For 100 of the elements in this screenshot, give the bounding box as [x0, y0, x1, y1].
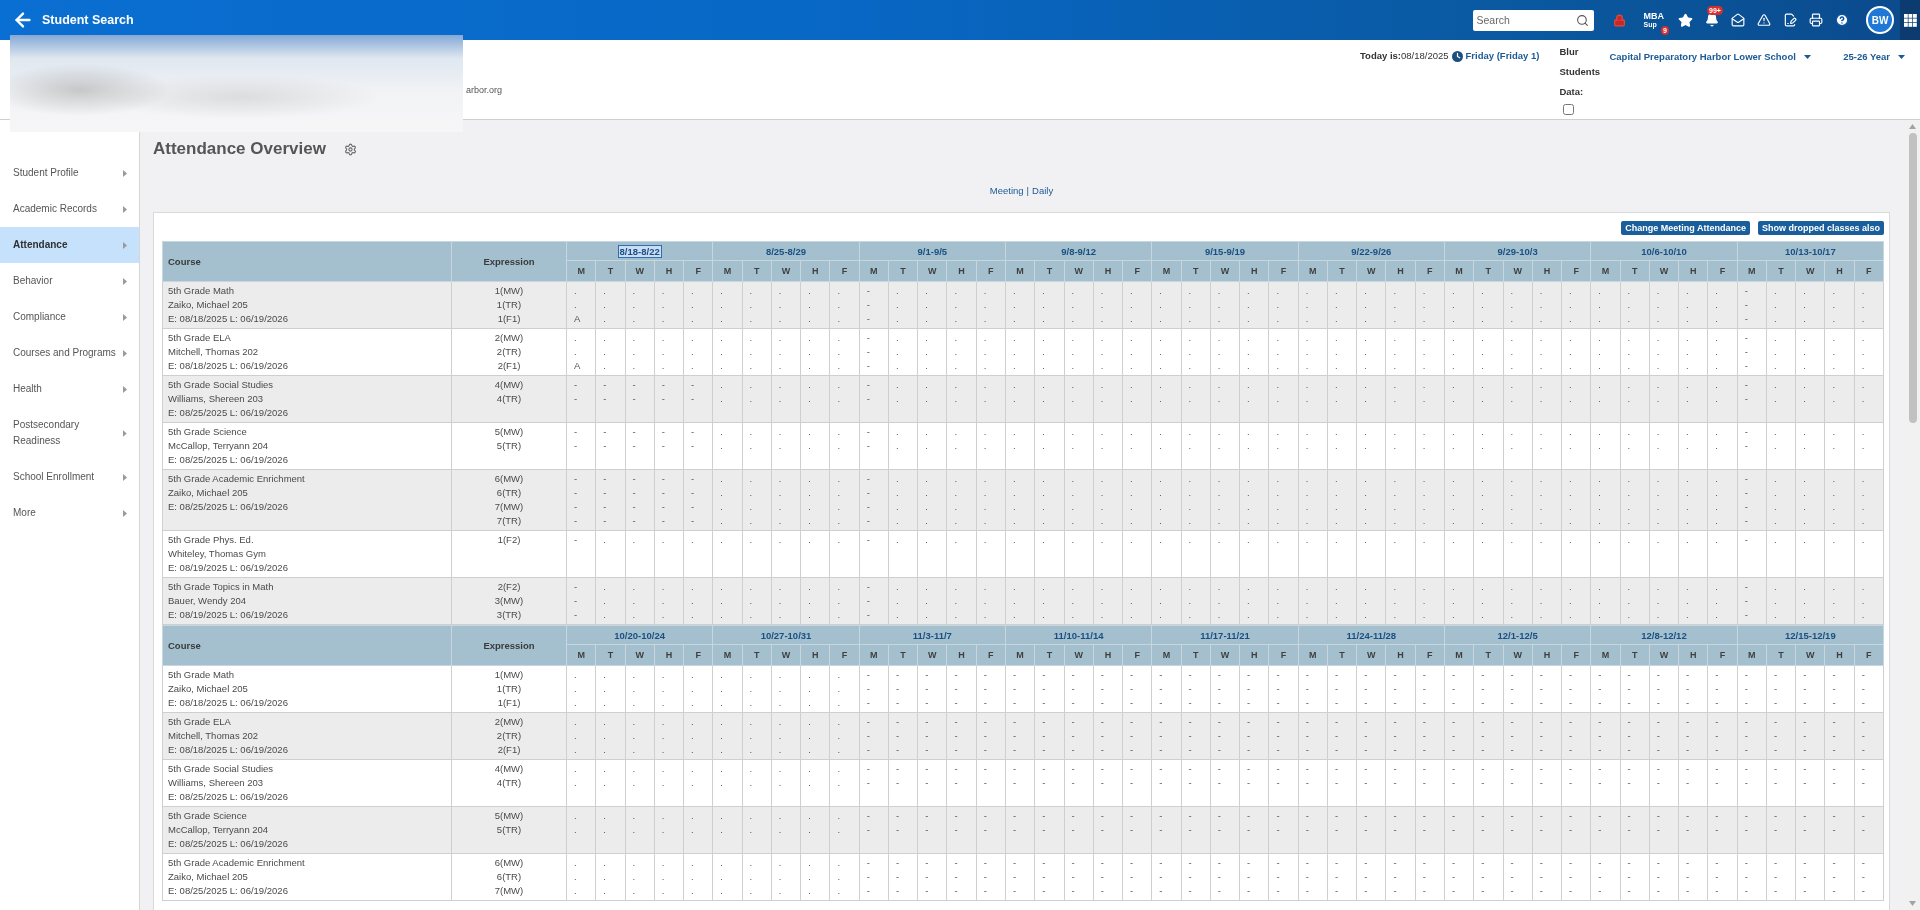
teacher-room: Whiteley, Thomas Gym	[168, 547, 267, 561]
view-link[interactable]: Daily	[1032, 184, 1054, 198]
section-title: Attendance Overview	[153, 139, 326, 159]
meeting-expression: 6(MW)	[493, 472, 525, 486]
teacher-room: Mitchell, Thomas 202	[168, 345, 260, 359]
meeting-expression: 1(F1)	[496, 696, 522, 710]
day-header: F	[1854, 644, 1884, 666]
attendance-cell: . . . .	[1385, 469, 1416, 531]
settings-icon[interactable]	[343, 142, 357, 156]
attendance-cell: . . . .	[1854, 469, 1884, 531]
day-header: H	[1093, 644, 1123, 666]
day-header: H	[1678, 644, 1708, 666]
week-link[interactable]: 8/25-8/29	[764, 245, 808, 257]
document-edit-icon[interactable]	[1783, 13, 1797, 27]
week-link[interactable]: 9/29-10/3	[1496, 245, 1539, 257]
school-select[interactable]: Capital Preparatory Harbor Lower School	[1609, 50, 1811, 64]
course-name: 5th Grade ELA	[168, 715, 232, 729]
apps-menu-button[interactable]	[1900, 0, 1920, 40]
sidebar-item[interactable]: Health	[0, 371, 139, 407]
attendance-cell: . . . .	[1210, 469, 1240, 531]
attendance-cell: . . . .	[1707, 469, 1738, 531]
day-header: F	[1122, 644, 1152, 666]
sidebar-item[interactable]: Academic Records	[0, 191, 139, 227]
meeting-expression: 2(F1)	[496, 359, 522, 373]
course-name: 5th Grade Science	[168, 809, 248, 823]
action-button[interactable]: Change Meeting Attendance	[1621, 221, 1750, 235]
warning-icon[interactable]	[1757, 13, 1771, 27]
sidebar-item[interactable]: Compliance	[0, 299, 139, 335]
year-select[interactable]: 25-26 Year	[1843, 50, 1905, 64]
day-header: F	[1268, 644, 1299, 666]
star-icon[interactable]	[1678, 12, 1693, 28]
day-header: H	[1239, 644, 1269, 666]
course-name: 5th Grade Social Studies	[168, 762, 275, 776]
view-link[interactable]: Meeting	[989, 184, 1024, 198]
scrollbar-thumb[interactable]	[1908, 133, 1917, 423]
day-header: W	[771, 644, 801, 666]
search-field[interactable]: Search	[1472, 9, 1594, 31]
envelope-icon[interactable]	[1731, 13, 1745, 27]
sidebar-item[interactable]: Postsecondary Readiness	[0, 407, 139, 459]
sidebar-item[interactable]: School Enrollment	[0, 459, 139, 495]
meeting-expression: 6(TR)	[495, 870, 523, 884]
day-header: W	[1356, 644, 1386, 666]
day-header: W	[1795, 644, 1825, 666]
week-link[interactable]: 9/15-9/19	[1203, 245, 1247, 257]
day-header: H	[800, 644, 830, 666]
sidebar-item[interactable]: More	[0, 495, 139, 531]
avatar[interactable]: BW	[1866, 6, 1894, 34]
day-header: T	[595, 644, 626, 666]
attendance-cell: . . . .	[1649, 469, 1679, 531]
day-header: W	[1503, 260, 1533, 282]
attendance-cell: - - - -	[566, 469, 596, 531]
day-header: F	[1122, 260, 1152, 282]
attendance-cell: . . . .	[1415, 469, 1445, 531]
attendance-cell: . . . .	[1473, 469, 1503, 531]
attendance-cell: . . . .	[742, 469, 772, 531]
enrollment-dates: E: 08/25/2025 L: 06/19/2026	[168, 406, 289, 420]
sidebar-item[interactable]: Behavior	[0, 263, 139, 299]
help-icon[interactable]	[1835, 13, 1849, 27]
teacher-room: Zaiko, Michael 205	[168, 682, 249, 696]
sidebar-item[interactable]: Attendance	[0, 227, 139, 263]
link-separator: |	[1026, 184, 1030, 198]
printer-icon[interactable]	[1809, 13, 1823, 27]
day-header: W	[771, 260, 801, 282]
attendance-cell: . . . .	[1268, 469, 1299, 531]
day-header: M	[1005, 260, 1035, 282]
course-name: 5th Grade Science	[168, 425, 248, 439]
week-link[interactable]: 9/22-9/26	[1350, 245, 1393, 257]
meeting-expression: 2(F1)	[496, 743, 522, 757]
week-link[interactable]: 8/18-8/22	[618, 245, 661, 257]
enrollment-dates: E: 08/18/2025 L: 06/19/2026	[168, 312, 289, 326]
scrollbar[interactable]	[1905, 120, 1920, 910]
meeting-expression: 2(MW)	[493, 715, 525, 729]
day-header: T	[1473, 644, 1503, 666]
day-header: M	[1298, 644, 1328, 666]
blur-checkbox[interactable]	[1563, 104, 1575, 115]
attendance-cell: . . . .	[1678, 469, 1708, 531]
sidebar-item[interactable]: Courses and Programs	[0, 335, 139, 371]
caret-icon	[123, 509, 127, 517]
attendance-cell: - - - -	[859, 469, 889, 531]
day-header: T	[742, 260, 772, 282]
meeting-expression: 5(MW)	[493, 425, 525, 439]
day-header: H	[800, 260, 830, 282]
caret-down-icon	[1898, 55, 1905, 59]
search-icon[interactable]	[1575, 13, 1589, 27]
action-button[interactable]: Show dropped classes also	[1757, 221, 1884, 235]
week-link[interactable]: 12/1-12/5	[1496, 629, 1539, 641]
attendance-cell: . . . .	[976, 469, 1006, 531]
bell-icon[interactable]	[1705, 13, 1719, 27]
week-link[interactable]: 10/6-10/10	[1640, 245, 1688, 257]
meeting-expression: 1(MW)	[493, 284, 525, 298]
attendance-cell: . . . .	[1444, 469, 1474, 531]
sidebar-item[interactable]: Student Profile	[0, 155, 139, 191]
week-link[interactable]: 12/8-12/12	[1640, 629, 1688, 641]
caret-icon	[123, 349, 127, 357]
week-link[interactable]: 9/1-9/5	[916, 245, 949, 257]
week-link[interactable]: 9/8-9/12	[1060, 245, 1098, 257]
day-header: H	[1532, 260, 1562, 282]
week-link[interactable]: 11/3-11/7	[911, 629, 953, 641]
day-header: H	[946, 644, 977, 666]
day-link[interactable]: Friday (Friday 1)	[1465, 49, 1540, 63]
